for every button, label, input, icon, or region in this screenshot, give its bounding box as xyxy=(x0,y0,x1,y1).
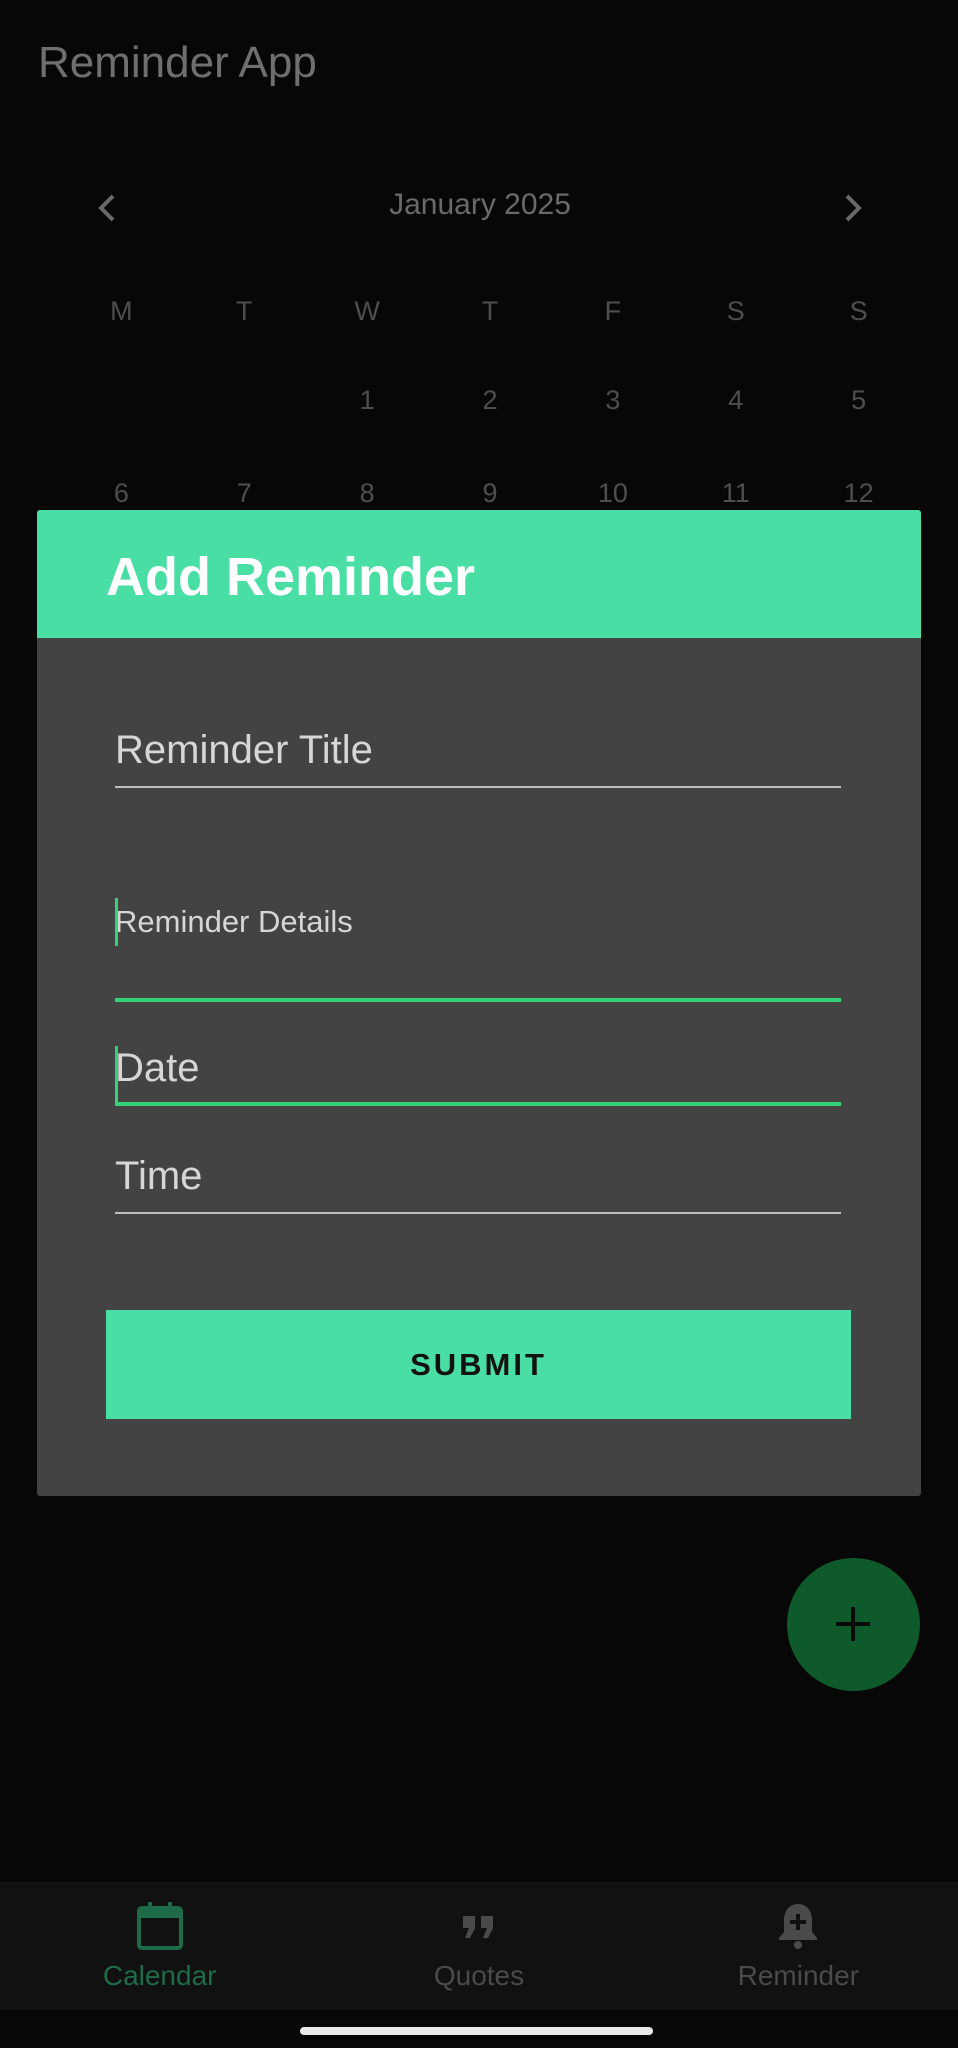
time-field[interactable]: Time xyxy=(115,1154,841,1214)
field-underline xyxy=(115,786,841,788)
calendar-icon xyxy=(136,1902,183,1950)
dialog-title: Add Reminder xyxy=(106,547,476,607)
nav-label-quotes: Quotes xyxy=(433,1960,525,1991)
add-alarm-icon xyxy=(779,1904,818,1949)
date-placeholder: Date xyxy=(115,1046,200,1090)
calendar-day[interactable]: 2 xyxy=(429,385,552,416)
calendar-day[interactable]: 4 xyxy=(674,385,797,416)
nav-item-quotes[interactable]: Quotes xyxy=(319,1882,638,2010)
calendar-day[interactable]: 12 xyxy=(797,478,920,509)
field-underline-focused xyxy=(115,1102,841,1106)
calendar-day[interactable]: 10 xyxy=(551,478,674,509)
calendar-day[interactable]: 1 xyxy=(306,385,429,416)
calendar-header: January 2025 xyxy=(80,180,880,236)
add-reminder-dialog: Add Reminder Reminder Title Reminder Det… xyxy=(37,510,921,1496)
calendar-week-row: 6 7 8 9 10 11 12 xyxy=(60,478,920,509)
text-cursor xyxy=(115,898,118,946)
calendar-day[interactable]: 9 xyxy=(429,478,552,509)
calendar-day[interactable] xyxy=(183,385,306,416)
app-title: Reminder App xyxy=(38,38,317,87)
chevron-right-icon[interactable] xyxy=(832,188,872,228)
quote-icon xyxy=(462,1916,493,1938)
add-reminder-fab[interactable] xyxy=(787,1558,920,1691)
calendar-day[interactable]: 3 xyxy=(551,385,674,416)
weekday-label: S xyxy=(726,296,745,326)
home-indicator[interactable] xyxy=(300,2027,653,2035)
weekday-label: T xyxy=(481,296,499,326)
screen: Reminder App January 2025 M T W T F S S … xyxy=(0,0,958,2048)
calendar-day[interactable]: 5 xyxy=(797,385,920,416)
calendar-day[interactable]: 8 xyxy=(306,478,429,509)
nav-label-calendar: Calendar xyxy=(102,1960,217,1991)
text-cursor xyxy=(115,1046,118,1106)
nav-label-reminder: Reminder xyxy=(737,1960,860,1991)
calendar-day[interactable]: 6 xyxy=(60,478,183,509)
weekday-label: M xyxy=(110,296,133,326)
weekday-label: W xyxy=(354,296,380,326)
date-field[interactable]: Date xyxy=(115,1046,841,1106)
submit-button[interactable]: SUBMIT xyxy=(106,1310,851,1419)
reminder-title-placeholder: Reminder Title xyxy=(115,728,373,772)
reminder-details-field[interactable]: Reminder Details xyxy=(115,888,841,1002)
dialog-header: Add Reminder xyxy=(37,510,921,638)
weekday-label: F xyxy=(604,296,622,326)
bottom-navigation: Calendar Quotes Reminder xyxy=(0,1882,958,2010)
nav-item-reminder[interactable]: Reminder xyxy=(639,1882,958,2010)
nav-item-calendar[interactable]: Calendar xyxy=(0,1882,319,2010)
reminder-details-placeholder: Reminder Details xyxy=(115,904,353,939)
calendar-day[interactable] xyxy=(60,385,183,416)
calendar-day[interactable]: 11 xyxy=(674,478,797,509)
calendar-month-label: January 2025 xyxy=(389,188,571,221)
reminder-title-field[interactable]: Reminder Title xyxy=(115,728,841,788)
weekday-label: T xyxy=(236,296,253,326)
time-placeholder: Time xyxy=(115,1154,203,1198)
field-underline-focused xyxy=(115,998,841,1002)
plus-icon xyxy=(836,1607,870,1641)
calendar-weekdays: M T W T F S S xyxy=(60,296,920,327)
weekday-label: S xyxy=(849,296,868,326)
field-underline xyxy=(115,1212,841,1214)
calendar-week-row: 1 2 3 4 5 xyxy=(60,385,920,416)
calendar-day[interactable]: 7 xyxy=(183,478,306,509)
